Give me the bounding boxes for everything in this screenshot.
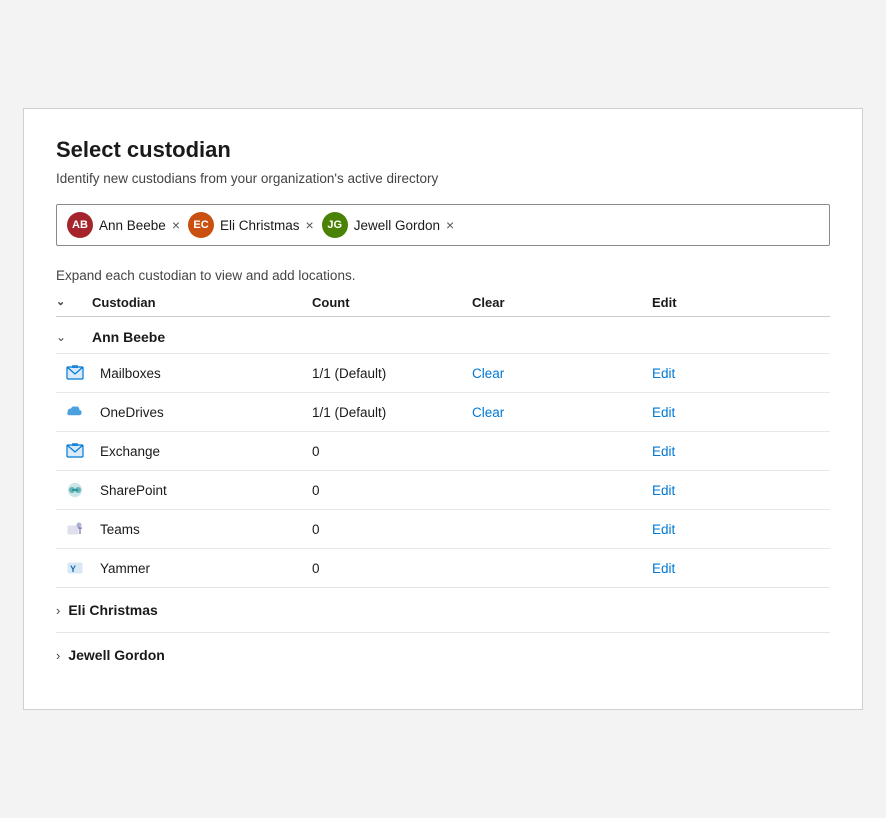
select-custodian-panel: Select custodian Identify new custodians… xyxy=(23,108,863,710)
yammer-count: 0 xyxy=(312,561,472,576)
custodian-name-eli-christmas: Eli Christmas xyxy=(68,602,157,618)
onedrives-edit-button[interactable]: Edit xyxy=(652,405,772,420)
exchange-icon xyxy=(66,442,84,460)
avatar-ab: AB xyxy=(67,212,93,238)
tag-name-ann-beebe: Ann Beebe xyxy=(99,218,166,233)
remove-eli-christmas-button[interactable]: × xyxy=(306,218,314,232)
custodian-section-ann-beebe: ⌄ Ann Beebe Mailboxes 1/1 (Default) Clea… xyxy=(56,317,830,588)
avatar-ec: EC xyxy=(188,212,214,238)
yammer-label: Yammer xyxy=(92,561,312,576)
tag-name-jewell-gordon: Jewell Gordon xyxy=(354,218,440,233)
onedrives-count: 1/1 (Default) xyxy=(312,405,472,420)
header-clear: Clear xyxy=(472,295,652,310)
remove-jewell-gordon-button[interactable]: × xyxy=(446,218,454,232)
custodian-section-eli-christmas: › Eli Christmas xyxy=(56,588,830,633)
tag-name-eli-christmas: Eli Christmas xyxy=(220,218,300,233)
header-count: Count xyxy=(312,295,472,310)
tag-jewell-gordon: JG Jewell Gordon × xyxy=(322,212,454,238)
yammer-edit-button[interactable]: Edit xyxy=(652,561,772,576)
sharepoint-count: 0 xyxy=(312,483,472,498)
onedrives-clear-button[interactable]: Clear xyxy=(472,405,652,420)
svg-text:Y: Y xyxy=(70,564,76,574)
table-row: Exchange 0 Edit xyxy=(56,431,830,470)
table-row: SharePoint 0 Edit xyxy=(56,470,830,509)
table-header: ⌄ Custodian Count Clear Edit xyxy=(56,295,830,317)
page-title: Select custodian xyxy=(56,137,830,163)
onedrives-icon-col xyxy=(56,403,92,421)
custodian-section-jewell-gordon: › Jewell Gordon xyxy=(56,633,830,677)
custodian-row-ann-beebe: ⌄ Ann Beebe xyxy=(56,317,830,353)
collapse-all-button[interactable]: ⌄ xyxy=(56,295,65,308)
remove-ann-beebe-button[interactable]: × xyxy=(172,218,180,232)
page-subtitle: Identify new custodians from your organi… xyxy=(56,171,830,186)
mailboxes-icon-col xyxy=(56,364,92,382)
teams-count: 0 xyxy=(312,522,472,537)
collapse-ann-beebe-button[interactable]: ⌄ xyxy=(56,330,66,344)
header-custodian: Custodian xyxy=(92,295,312,310)
sharepoint-icon xyxy=(66,481,84,499)
sharepoint-edit-button[interactable]: Edit xyxy=(652,483,772,498)
onedrives-icon xyxy=(66,403,84,421)
mailboxes-count: 1/1 (Default) xyxy=(312,366,472,381)
header-collapse-col: ⌄ xyxy=(56,295,92,310)
chevron-down-icon: ⌄ xyxy=(56,295,65,308)
onedrives-label: OneDrives xyxy=(92,405,312,420)
mailboxes-edit-button[interactable]: Edit xyxy=(652,366,772,381)
teams-icon-col xyxy=(56,520,92,538)
custodian-name-jewell-gordon: Jewell Gordon xyxy=(68,647,164,663)
table-row: Mailboxes 1/1 (Default) Clear Edit xyxy=(56,353,830,392)
expand-instruction: Expand each custodian to view and add lo… xyxy=(56,268,830,283)
custodian-name-ann-beebe: Ann Beebe xyxy=(92,329,312,345)
table-row: OneDrives 1/1 (Default) Clear Edit xyxy=(56,392,830,431)
tag-eli-christmas: EC Eli Christmas × xyxy=(188,212,314,238)
header-edit: Edit xyxy=(652,295,772,310)
teams-edit-button[interactable]: Edit xyxy=(652,522,772,537)
exchange-label: Exchange xyxy=(92,444,312,459)
table-row: Y Yammer 0 Edit xyxy=(56,548,830,587)
exchange-icon-col xyxy=(56,442,92,460)
mailboxes-icon xyxy=(66,364,84,382)
mailboxes-label: Mailboxes xyxy=(92,366,312,381)
yammer-icon-col: Y xyxy=(56,559,92,577)
exchange-edit-button[interactable]: Edit xyxy=(652,444,772,459)
custodian-tag-input[interactable]: AB Ann Beebe × EC Eli Christmas × JG Jew… xyxy=(56,204,830,246)
expand-eli-christmas-button[interactable]: › xyxy=(56,603,60,618)
mailboxes-clear-button[interactable]: Clear xyxy=(472,366,652,381)
teams-icon xyxy=(66,520,84,538)
tag-ann-beebe: AB Ann Beebe × xyxy=(67,212,180,238)
yammer-icon: Y xyxy=(66,559,84,577)
table-row: Teams 0 Edit xyxy=(56,509,830,548)
avatar-jg: JG xyxy=(322,212,348,238)
sharepoint-icon-col xyxy=(56,481,92,499)
exchange-count: 0 xyxy=(312,444,472,459)
teams-label: Teams xyxy=(92,522,312,537)
expand-jewell-gordon-button[interactable]: › xyxy=(56,648,60,663)
sharepoint-label: SharePoint xyxy=(92,483,312,498)
